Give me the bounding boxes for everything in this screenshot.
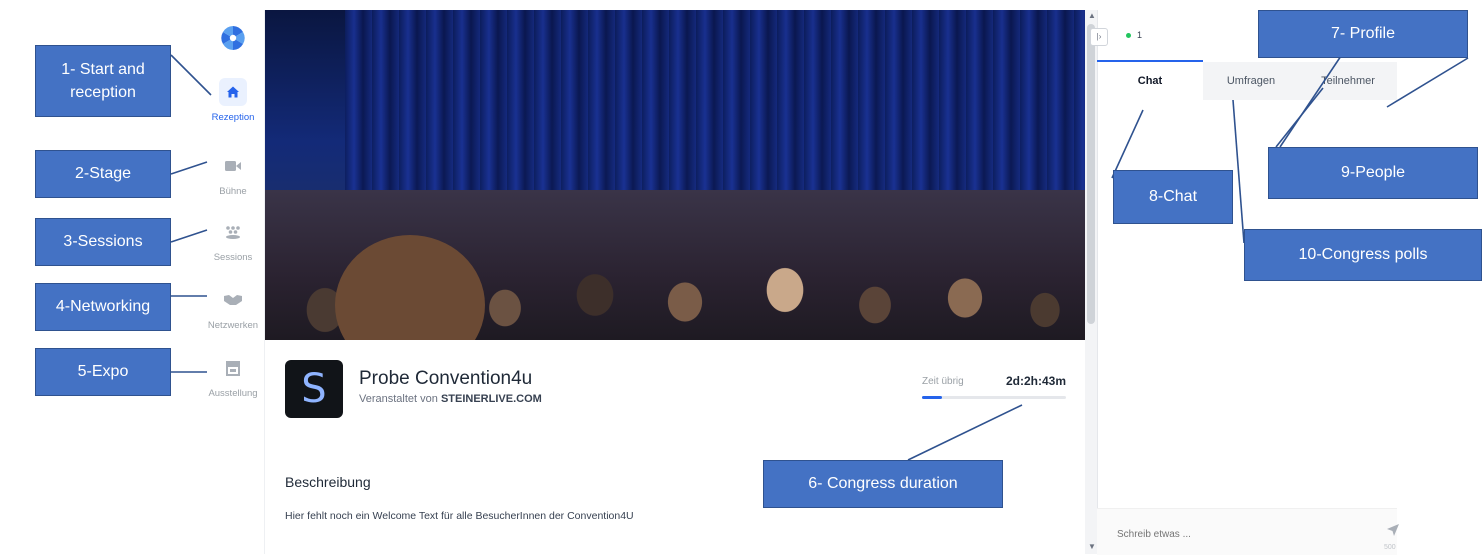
time-progress-fill (922, 396, 943, 399)
event-logo: S (285, 360, 343, 418)
people-group-icon (219, 218, 247, 246)
handshake-icon (219, 286, 247, 314)
send-icon[interactable] (1387, 524, 1399, 539)
callout-stage: 2-Stage (35, 150, 171, 198)
nav-item-buehne[interactable]: Bühne (202, 152, 264, 197)
hero-image (265, 10, 1085, 340)
nav-label-sessions: Sessions (213, 252, 253, 263)
pinwheel-logo-icon[interactable] (219, 24, 247, 52)
nav-label-rezeption: Rezeption (211, 112, 255, 123)
event-title: Probe Convention4u (359, 368, 533, 389)
char-counter: 500 (1384, 544, 1396, 551)
scrollbar-thumb[interactable] (1087, 24, 1095, 324)
nav-item-sessions[interactable]: Sessions (202, 218, 264, 263)
callout-start-reception: 1- Start and reception (35, 45, 171, 117)
organizer-name[interactable]: STEINERLIVE.COM (441, 393, 542, 405)
description-text: Hier fehlt noch ein Welcome Text für all… (285, 510, 634, 522)
callout-chat: 8-Chat (1113, 170, 1233, 224)
description-title: Beschreibung (285, 474, 371, 490)
video-camera-icon (219, 152, 247, 180)
callout-sessions: 3-Sessions (35, 218, 171, 266)
online-status-dot (1126, 33, 1131, 38)
nav-item-netzwerken[interactable]: Netzwerken (202, 286, 264, 331)
home-icon (219, 78, 247, 106)
storefront-icon (219, 354, 247, 382)
time-left-value: 2d:2h:43m (1006, 374, 1067, 388)
scroll-up-icon[interactable]: ▲ (1088, 11, 1096, 20)
nav-item-ausstellung[interactable]: Ausstellung (202, 354, 264, 399)
callout-expo: 5-Expo (35, 348, 171, 396)
callout-networking: 4-Networking (35, 283, 171, 331)
tab-umfragen[interactable]: Umfragen (1203, 62, 1299, 100)
collapse-panel-icon[interactable]: |› (1090, 28, 1108, 46)
chat-input[interactable] (1115, 528, 1339, 541)
nav-label-buehne: Bühne (219, 186, 247, 197)
callout-congress-polls: 10-Congress polls (1244, 229, 1482, 281)
sidebar: Rezeption Bühne Sessions Netzwerken Auss… (202, 10, 265, 554)
callout-congress-duration: 6- Congress duration (763, 460, 1003, 508)
nav-label-netzwerken: Netzwerken (207, 320, 259, 331)
event-organizer: Veranstaltet von STEINERLIVE.COM (359, 393, 542, 405)
time-progress-track (922, 396, 1066, 399)
organizer-prefix: Veranstaltet von (359, 393, 441, 405)
callout-people: 9-People (1268, 147, 1478, 199)
scroll-down-icon[interactable]: ▼ (1088, 542, 1096, 551)
tab-teilnehmer[interactable]: Teilnehmer (1299, 62, 1397, 100)
online-count: 1 (1137, 30, 1143, 40)
time-left-label: Zeit übrig (922, 376, 964, 387)
callout-profile: 7- Profile (1258, 10, 1468, 58)
nav-label-ausstellung: Ausstellung (208, 388, 258, 399)
nav-item-rezeption[interactable]: Rezeption (202, 78, 264, 123)
tab-chat[interactable]: Chat (1097, 60, 1203, 100)
